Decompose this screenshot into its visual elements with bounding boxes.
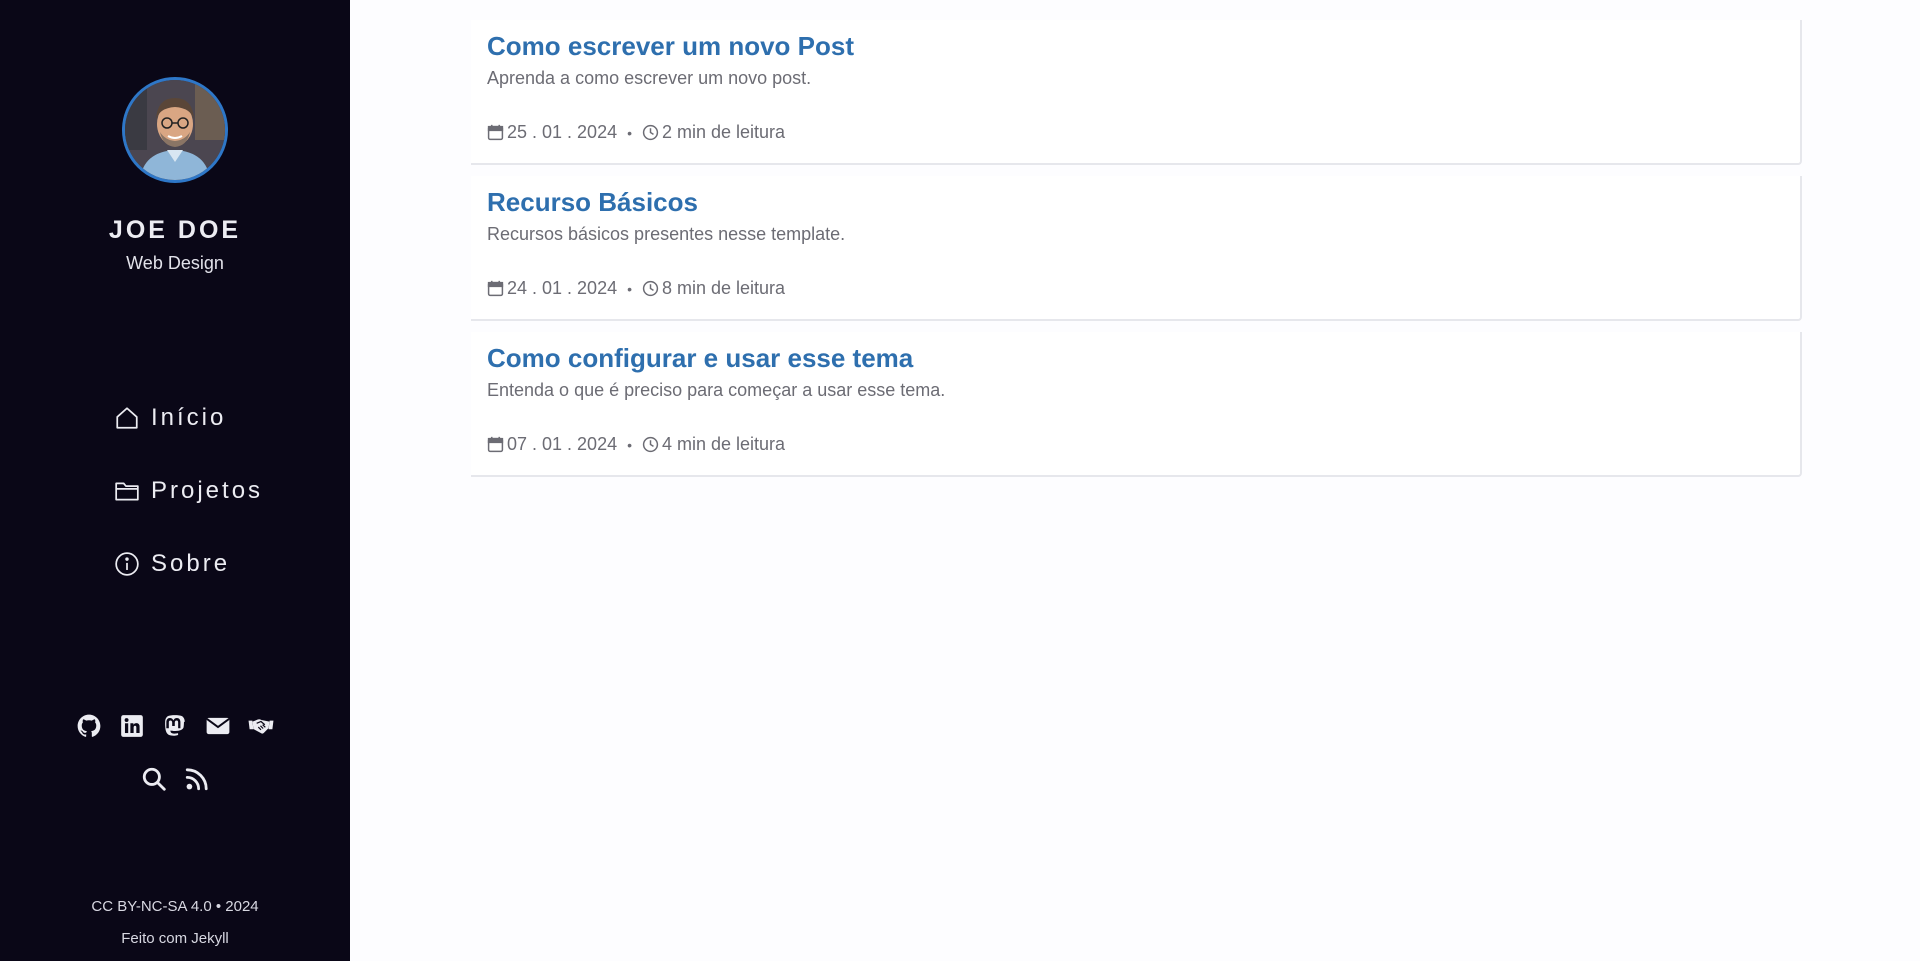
clock-icon xyxy=(642,281,659,297)
github-icon xyxy=(77,714,101,737)
nav-item-label: Projetos xyxy=(151,477,264,504)
avatar-image xyxy=(125,80,225,180)
handshake-link[interactable] xyxy=(247,712,275,740)
email-link[interactable] xyxy=(204,712,232,740)
post-card: Como escrever um novo Post Aprenda a com… xyxy=(471,20,1802,165)
mastodon-icon xyxy=(165,715,185,736)
search-button[interactable] xyxy=(140,765,168,793)
post-description: Aprenda a como escrever um novo post. xyxy=(487,67,812,88)
sidebar: JOE DOE Web Design Início Projetos Sobre xyxy=(0,0,350,961)
post-title-link[interactable]: Recurso Básicos xyxy=(487,186,1784,220)
post-description: Recursos básicos presentes nesse templat… xyxy=(487,223,846,244)
rss-link[interactable] xyxy=(183,765,211,793)
post-card: Recurso Básicos Recursos básicos present… xyxy=(471,176,1802,321)
post-meta: 07 . 01 . 2024 • 4 min de leitura xyxy=(487,434,1784,455)
post-reading-time: 2 min de leitura xyxy=(662,122,786,143)
footer-license: CC BY-NC-SA 4.0 • 2024 xyxy=(91,898,259,915)
handshake-icon xyxy=(248,719,274,734)
nav-item-sobre[interactable]: Sobre xyxy=(114,546,263,582)
post-list: Como escrever um novo Post Aprenda a com… xyxy=(471,20,1802,488)
info-icon xyxy=(115,552,139,576)
post-date: 24 . 01 . 2024 xyxy=(507,278,618,299)
meta-separator: • xyxy=(627,436,632,453)
post-card: Como configurar e usar esse tema Entenda… xyxy=(471,332,1802,477)
linkedin-link[interactable] xyxy=(118,712,146,740)
main-nav: Início Projetos Sobre xyxy=(114,400,263,619)
post-reading-time: 8 min de leitura xyxy=(662,278,786,299)
search-icon xyxy=(142,767,166,791)
clock-icon xyxy=(642,437,659,453)
home-icon xyxy=(116,407,138,429)
meta-separator: • xyxy=(627,124,632,141)
nav-item-projetos[interactable]: Projetos xyxy=(114,473,263,509)
social-links xyxy=(0,712,350,740)
rss-icon xyxy=(185,768,208,791)
profile-role: Web Design xyxy=(126,253,224,273)
post-meta: 24 . 01 . 2024 • 8 min de leitura xyxy=(487,278,1784,299)
folder-icon xyxy=(115,482,139,501)
email-icon xyxy=(206,717,230,735)
nav-item-label: Sobre xyxy=(151,550,231,577)
post-reading-time: 4 min de leitura xyxy=(662,434,786,455)
post-title-link[interactable]: Como escrever um novo Post xyxy=(487,30,1784,64)
profile-name: JOE DOE xyxy=(108,216,242,244)
nav-item-label: Início xyxy=(151,404,227,431)
footer-built-with: Feito com Jekyll xyxy=(121,930,229,947)
post-meta: 25 . 01 . 2024 • 2 min de leitura xyxy=(487,122,1784,143)
post-date: 25 . 01 . 2024 xyxy=(507,122,618,143)
calendar-icon xyxy=(487,125,504,141)
github-link[interactable] xyxy=(75,712,103,740)
post-title-link[interactable]: Como configurar e usar esse tema xyxy=(487,342,1784,376)
mastodon-link[interactable] xyxy=(161,712,189,740)
post-description: Entenda o que é preciso para começar a u… xyxy=(487,379,946,400)
nav-item-inicio[interactable]: Início xyxy=(114,400,263,436)
clock-icon xyxy=(642,125,659,141)
utility-links xyxy=(0,765,350,793)
meta-separator: • xyxy=(627,280,632,297)
calendar-icon xyxy=(487,281,504,297)
calendar-icon xyxy=(487,437,504,453)
avatar[interactable] xyxy=(122,77,228,183)
linkedin-icon xyxy=(121,715,143,737)
post-date: 07 . 01 . 2024 xyxy=(507,434,618,455)
